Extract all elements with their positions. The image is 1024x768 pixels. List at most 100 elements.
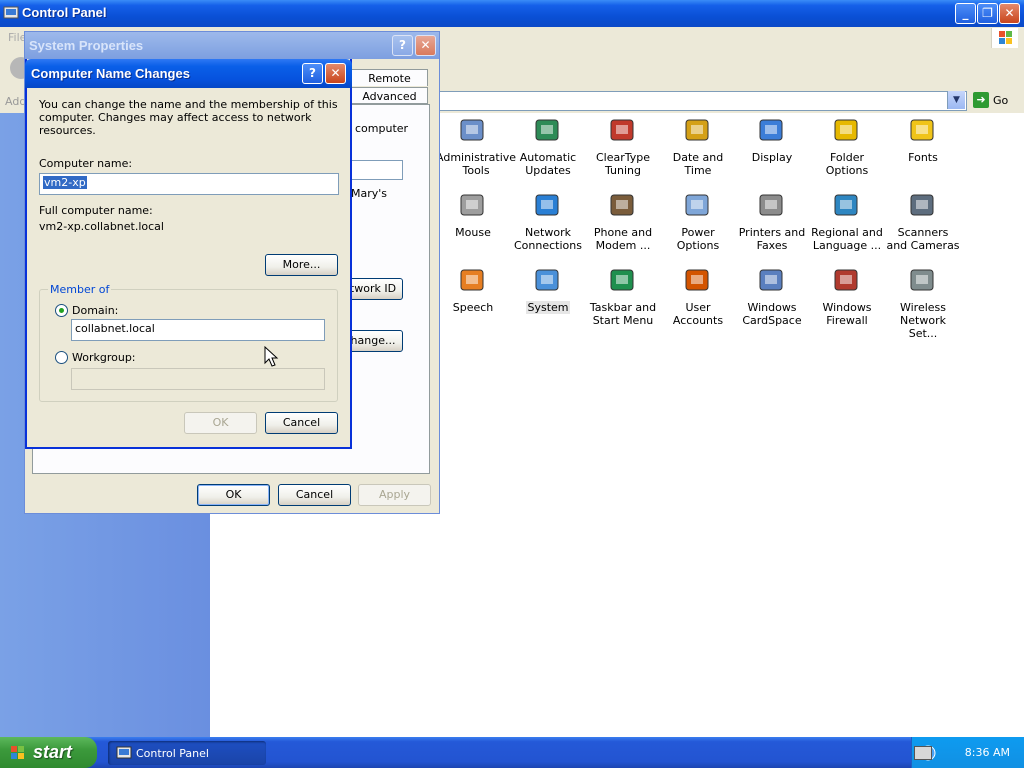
control-panel-item[interactable]: Mouse [435,190,511,239]
close-button[interactable]: ✕ [325,63,346,84]
control-panel-item-label: Scanners and Cameras [886,226,960,252]
ok-button[interactable]: OK [184,412,257,434]
display-icon [759,119,783,141]
computer-name-input[interactable]: vm2-xp [39,173,339,195]
printers-faxes-icon [759,194,783,216]
control-panel-item[interactable]: Windows Firewall [809,265,885,327]
system-properties-titlebar[interactable]: System Properties ? ✕ [25,32,439,59]
control-panel-item-label: Power Options [676,226,720,252]
workgroup-input[interactable] [71,368,325,390]
clock[interactable]: 8:36 AM [965,746,1010,759]
control-panel-item[interactable]: Wireless Network Set... [885,265,961,340]
go-button[interactable]: ➜ Go [973,92,1008,110]
automatic-updates-icon [535,119,559,141]
scanners-cameras-icon [910,194,934,216]
control-panel-item[interactable]: Phone and Modem ... [585,190,661,252]
control-panel-item[interactable]: Scanners and Cameras [885,190,961,252]
control-panel-item-label: ClearType Tuning [595,151,651,177]
dialog-title: Computer Name Changes [31,66,190,81]
control-panel-item-label: Mouse [455,226,491,239]
keyboard-icon[interactable] [914,746,932,760]
control-panel-item[interactable]: Folder Options [809,115,885,177]
control-panel-item[interactable]: User Accounts [660,265,736,327]
administrative-tools-icon [460,119,484,141]
computer-name-label: Computer name: [39,157,133,170]
network-id-button[interactable]: twork ID [343,278,403,300]
control-panel-icon [116,746,132,759]
regional-language-icon [834,194,858,216]
control-panel-item[interactable]: Windows CardSpace [734,265,810,327]
full-computer-name-value: vm2-xp.collabnet.local [39,220,164,233]
control-panel-item-label: Administrative Tools [436,151,517,177]
help-button[interactable]: ? [392,35,413,56]
partial-label: Mary's [351,187,388,200]
control-panel-item[interactable]: Taskbar and Start Menu [585,265,661,327]
domain-radio[interactable] [55,304,68,317]
control-panel-item[interactable]: System [510,265,586,314]
close-button[interactable]: ✕ [415,35,436,56]
cancel-button[interactable]: Cancel [265,412,338,434]
dialog-title: System Properties [29,38,144,53]
apply-button[interactable]: Apply [358,484,431,506]
control-panel-titlebar[interactable]: Control Panel _ ❐ ✕ [0,0,1024,27]
control-panel-item[interactable]: Administrative Tools [435,115,516,177]
control-panel-item-label: Folder Options [825,151,869,177]
control-panel-item[interactable]: Automatic Updates [510,115,586,177]
tab-remote[interactable]: Remote [351,69,428,86]
system-icon [535,269,559,291]
control-panel-item[interactable]: Date and Time [660,115,736,177]
computer-name-changes-dialog: Computer Name Changes ? ✕ You can change… [25,59,352,449]
cleartype-icon [610,119,634,141]
description-field[interactable] [351,160,403,180]
minimize-button[interactable]: _ [955,3,976,24]
mouse-icon [460,194,484,216]
control-panel-item[interactable]: Display [734,115,810,164]
start-button[interactable]: start [0,737,97,768]
taskbar-start-menu-icon [610,269,634,291]
control-panel-item-label: Date and Time [672,151,724,177]
control-panel-item-label: Taskbar and Start Menu [589,301,657,327]
windows-logo-icon [991,28,1018,48]
network-connections-icon [535,194,559,216]
ok-button[interactable]: OK [197,484,270,506]
window-title: Control Panel [22,5,107,20]
control-panel-item[interactable]: Power Options [660,190,736,252]
tab-advanced[interactable]: Advanced [351,87,428,104]
help-button[interactable]: ? [302,63,323,84]
address-dropdown-chevron-icon[interactable]: ▼ [947,91,965,109]
mouse-cursor-icon [264,346,279,367]
date-time-icon [685,119,709,141]
control-panel-item-label: Automatic Updates [519,151,577,177]
cardspace-icon [759,269,783,291]
control-panel-item[interactable]: Printers and Faxes [734,190,810,252]
close-button[interactable]: ✕ [999,3,1020,24]
more-button[interactable]: More... [265,254,338,276]
wireless-network-icon [910,269,934,291]
control-panel-item-label: System [526,301,570,314]
control-panel-item-label: Windows Firewall [822,301,872,327]
control-panel-item[interactable]: Speech [435,265,511,314]
domain-input[interactable]: collabnet.local [71,319,325,341]
folder-options-icon [834,119,858,141]
control-panel-item[interactable]: Network Connections [510,190,586,252]
control-panel-item-label: Regional and Language ... [811,226,883,252]
workgroup-label: Workgroup: [72,351,136,364]
go-arrow-icon: ➜ [973,92,989,108]
cancel-button[interactable]: Cancel [278,484,351,506]
windows-flag-icon [11,746,24,759]
control-panel-item[interactable]: Fonts [885,115,961,164]
control-panel-item-label: Windows CardSpace [742,301,802,327]
maximize-button[interactable]: ❐ [977,3,998,24]
description-text: You can change the name and the membersh… [39,98,338,137]
change-button[interactable]: hange... [343,330,403,352]
workgroup-radio[interactable] [55,351,68,364]
control-panel-item[interactable]: ClearType Tuning [585,115,661,177]
computer-name-changes-titlebar[interactable]: Computer Name Changes ? ✕ [25,59,352,88]
control-panel-item[interactable]: Regional and Language ... [809,190,885,252]
address-input[interactable] [437,91,967,111]
control-panel-item-label: Phone and Modem ... [593,226,653,252]
taskbar-control-panel-button[interactable]: Control Panel [108,741,266,765]
control-panel-icon [3,6,19,19]
speech-icon [460,269,484,291]
member-of-group: Member of Domain: collabnet.local Workgr… [39,283,338,402]
